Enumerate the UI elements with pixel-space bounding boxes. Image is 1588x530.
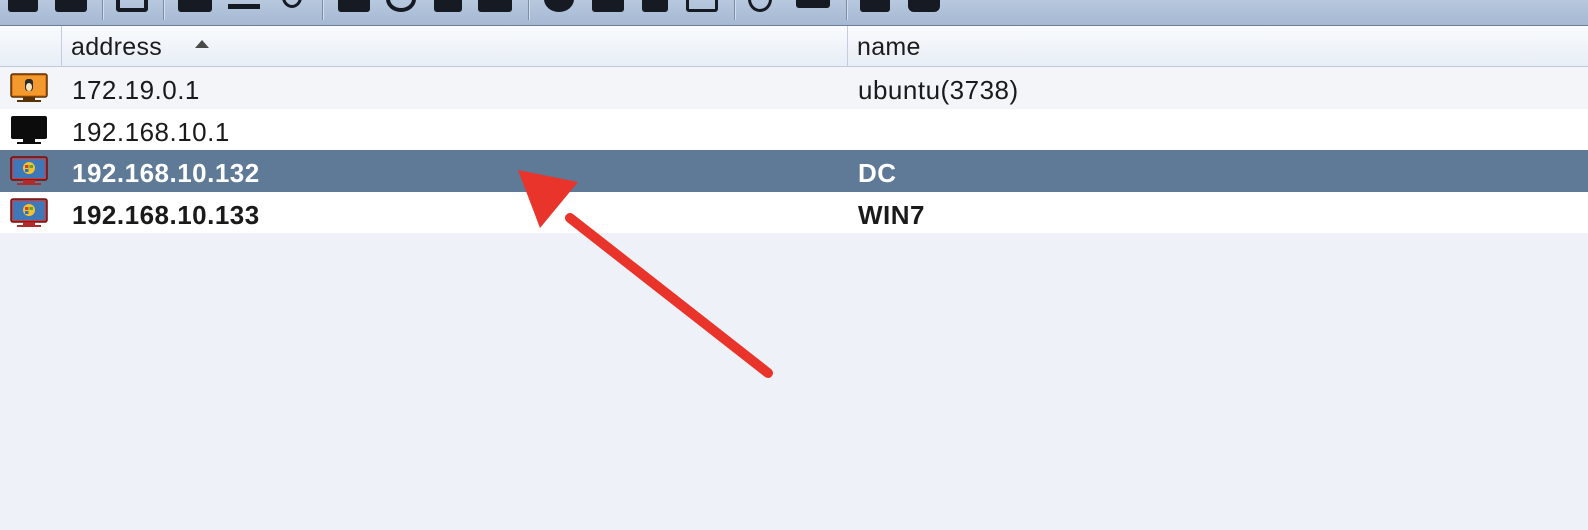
name-cell: WIN7 (848, 192, 1588, 234)
toolbar-tool-icon[interactable] (178, 0, 212, 12)
name-column-label: name (857, 33, 921, 61)
host-icon-cell (0, 67, 62, 109)
address-column-header[interactable]: address (62, 26, 848, 66)
toolbar-tool-icon[interactable] (434, 0, 462, 12)
host-icon-cell (0, 192, 62, 234)
host-address: 192.168.10.132 (72, 158, 260, 188)
toolbar-separator (734, 0, 735, 20)
toolbar-tool-icon[interactable] (282, 0, 302, 8)
address-cell: 192.168.10.133 (62, 192, 848, 234)
toolbar-separator (322, 0, 323, 20)
name-cell: DC (848, 150, 1588, 192)
toolbar-tool-icon[interactable] (860, 0, 890, 12)
name-column-header[interactable]: name (848, 26, 1588, 66)
table-row[interactable]: 192.168.10.133 WIN7 (0, 191, 1588, 234)
table-row[interactable]: 172.19.0.1 ubuntu(3738) (0, 67, 1588, 109)
unknown-host-icon (11, 115, 47, 144)
table-row-selected[interactable]: 192.168.10.132 DC (0, 150, 1588, 192)
host-name: DC (858, 158, 897, 188)
address-column-label: address (71, 33, 163, 61)
sort-ascending-icon (195, 40, 209, 48)
host-icon-cell (0, 150, 62, 192)
address-cell: 192.168.10.1 (62, 109, 848, 151)
host-address: 192.168.10.1 (72, 116, 230, 147)
toolbar (0, 0, 1588, 26)
toolbar-tool-icon[interactable] (116, 0, 148, 12)
icon-column-header[interactable] (0, 26, 62, 66)
table-header: address name (0, 26, 1588, 67)
toolbar-tool-icon[interactable] (478, 0, 512, 12)
host-icon-cell (0, 109, 62, 151)
toolbar-separator (846, 0, 847, 20)
host-name: ubuntu(3738) (858, 75, 1019, 105)
linux-host-icon (10, 73, 48, 102)
toolbar-tool-icon[interactable] (748, 0, 772, 12)
host-address: 172.19.0.1 (72, 75, 200, 105)
hosts-table: address name 172.19.0.1 ubuntu(3738) 192… (0, 26, 1588, 233)
name-cell (848, 109, 1588, 151)
toolbar-separator (102, 0, 103, 20)
toolbar-tool-icon[interactable] (544, 0, 574, 12)
windows-host-compromised-icon (10, 197, 48, 227)
toolbar-tool-icon[interactable] (796, 0, 830, 8)
toolbar-tool-icon[interactable] (592, 0, 624, 12)
windows-host-compromised-icon (10, 156, 48, 185)
toolbar-tool-icon[interactable] (642, 0, 668, 12)
toolbar-separator (163, 0, 164, 20)
host-name: WIN7 (858, 199, 925, 230)
toolbar-tool-icon[interactable] (55, 0, 87, 12)
table-row[interactable]: 192.168.10.1 (0, 108, 1588, 151)
toolbar-tool-icon[interactable] (686, 0, 718, 12)
toolbar-tool-icon[interactable] (228, 4, 260, 9)
toolbar-tool-icon[interactable] (338, 0, 370, 12)
host-address: 192.168.10.133 (72, 199, 260, 230)
address-cell: 192.168.10.132 (62, 150, 848, 192)
name-cell: ubuntu(3738) (848, 67, 1588, 109)
toolbar-tool-icon[interactable] (8, 0, 38, 12)
address-cell: 172.19.0.1 (62, 67, 848, 109)
toolbar-tool-icon[interactable] (908, 0, 940, 12)
toolbar-tool-icon[interactable] (386, 0, 416, 12)
toolbar-separator (528, 0, 529, 20)
